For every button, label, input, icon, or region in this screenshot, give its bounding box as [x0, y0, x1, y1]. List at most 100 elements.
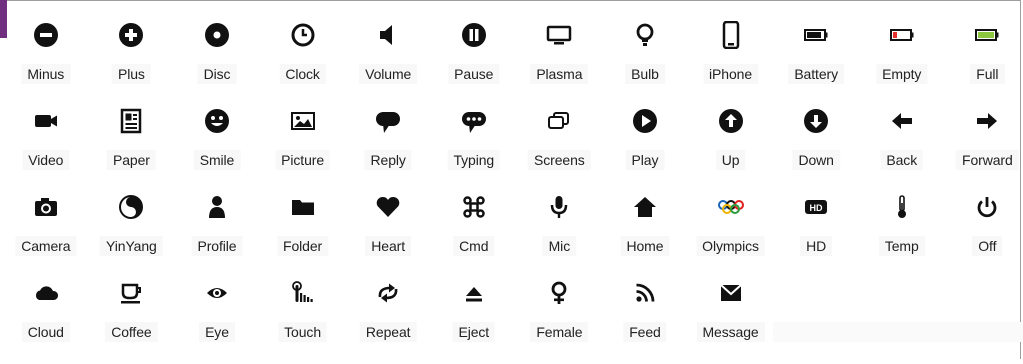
- empty-label-slot: [944, 322, 1023, 342]
- icon-cell-female[interactable]: Female: [517, 278, 603, 364]
- icon-cell-down[interactable]: Down: [773, 106, 859, 192]
- icon-label: Play: [625, 150, 665, 170]
- icon-label: Home: [620, 236, 670, 256]
- play-icon: [630, 106, 660, 136]
- coffee-icon: [116, 278, 146, 308]
- icon-cell-camera[interactable]: Camera: [3, 192, 89, 278]
- disc-icon: [202, 20, 232, 50]
- icon-cell-reply[interactable]: Reply: [345, 106, 431, 192]
- icon-cell-plus[interactable]: Plus: [89, 20, 175, 106]
- icon-cell-forward[interactable]: Forward: [945, 106, 1023, 192]
- back-icon: [887, 106, 917, 136]
- icon-cell-home[interactable]: Home: [602, 192, 688, 278]
- empty-label-slot: [858, 322, 945, 342]
- icon-label: HD: [800, 236, 833, 256]
- icon-cell-typing[interactable]: Typing: [431, 106, 517, 192]
- icon-label: Bulb: [625, 64, 665, 84]
- icon-cell-profile[interactable]: Profile: [174, 192, 260, 278]
- icon-cell-picture[interactable]: Picture: [260, 106, 346, 192]
- icon-label: Smile: [193, 150, 241, 170]
- icon-cell-pause[interactable]: Pause: [431, 20, 517, 106]
- cmd-icon: [459, 192, 489, 222]
- icon-label: Empty: [876, 64, 928, 84]
- empty-cell: [773, 278, 859, 364]
- icon-label: Eject: [452, 322, 496, 342]
- folder-icon: [288, 192, 318, 222]
- icon-cell-empty[interactable]: Empty: [859, 20, 945, 106]
- icon-cell-volume[interactable]: Volume: [345, 20, 431, 106]
- icon-cell-plasma[interactable]: Plasma: [517, 20, 603, 106]
- icon-label: Disc: [197, 64, 237, 84]
- icon-label: Cmd: [453, 236, 495, 256]
- icon-label: Back: [880, 150, 924, 170]
- icon-cell-clock[interactable]: Clock: [260, 20, 346, 106]
- heart-icon: [373, 192, 403, 222]
- icon-label: Olympics: [696, 236, 765, 256]
- icon-label: Full: [970, 64, 1005, 84]
- icon-cell-bulb[interactable]: Bulb: [602, 20, 688, 106]
- icon-cell-back[interactable]: Back: [859, 106, 945, 192]
- icon-cell-temp[interactable]: Temp: [859, 192, 945, 278]
- icon-cell-video[interactable]: Video: [3, 106, 89, 192]
- battery-full-icon: [972, 20, 1002, 50]
- plasma-icon: [544, 20, 574, 50]
- icon-label: Plus: [111, 64, 151, 84]
- icon-cell-olympics[interactable]: Olympics: [688, 192, 774, 278]
- icon-cell-iphone[interactable]: iPhone: [688, 20, 774, 106]
- icon-label: Touch: [278, 322, 328, 342]
- icon-label: Plasma: [530, 64, 589, 84]
- icon-cell-screens[interactable]: Screens: [517, 106, 603, 192]
- icon-cell-message[interactable]: Message: [688, 278, 774, 364]
- icon-cell-up[interactable]: Up: [688, 106, 774, 192]
- icon-cell-cloud[interactable]: Cloud: [3, 278, 89, 364]
- icon-label: Picture: [275, 150, 331, 170]
- icon-cell-eject[interactable]: Eject: [431, 278, 517, 364]
- icon-cell-coffee[interactable]: Coffee: [89, 278, 175, 364]
- icon-cell-hd[interactable]: HD HD: [773, 192, 859, 278]
- hd-icon: HD: [801, 192, 831, 222]
- icon-label: iPhone: [703, 64, 759, 84]
- home-icon: [630, 192, 660, 222]
- touch-icon: [288, 278, 318, 308]
- eject-icon: [459, 278, 489, 308]
- icon-label: Reply: [364, 150, 412, 170]
- icon-label: Folder: [277, 236, 329, 256]
- cloud-icon: [31, 278, 61, 308]
- icon-cell-feed[interactable]: Feed: [602, 278, 688, 364]
- icon-cell-off[interactable]: Off: [945, 192, 1023, 278]
- icon-cell-disc[interactable]: Disc: [174, 20, 260, 106]
- icon-label: Female: [530, 322, 589, 342]
- icon-cell-yinyang[interactable]: YinYang: [89, 192, 175, 278]
- icon-cell-heart[interactable]: Heart: [345, 192, 431, 278]
- profile-icon: [202, 192, 232, 222]
- icon-cell-paper[interactable]: Paper: [89, 106, 175, 192]
- plus-icon: [116, 20, 146, 50]
- reply-icon: [373, 106, 403, 136]
- icon-cell-full[interactable]: Full: [945, 20, 1023, 106]
- icon-cell-eye[interactable]: Eye: [174, 278, 260, 364]
- icon-cell-cmd[interactable]: Cmd: [431, 192, 517, 278]
- smile-icon: [202, 106, 232, 136]
- icon-cell-minus[interactable]: Minus: [3, 20, 89, 106]
- icon-label: Feed: [623, 322, 667, 342]
- icon-cell-repeat[interactable]: Repeat: [345, 278, 431, 364]
- icon-cell-touch[interactable]: Touch: [260, 278, 346, 364]
- icon-cell-play[interactable]: Play: [602, 106, 688, 192]
- empty-label-slot: [773, 322, 859, 342]
- icon-label: YinYang: [100, 236, 163, 256]
- typing-icon: [459, 106, 489, 136]
- icon-label: Eye: [199, 322, 235, 342]
- battery-icon: [801, 20, 831, 50]
- icon-cell-smile[interactable]: Smile: [174, 106, 260, 192]
- female-icon: [544, 278, 574, 308]
- icon-cell-folder[interactable]: Folder: [260, 192, 346, 278]
- paper-icon: [116, 106, 146, 136]
- icon-label: Forward: [956, 150, 1019, 170]
- icon-cell-battery[interactable]: Battery: [773, 20, 859, 106]
- off-icon: [972, 192, 1002, 222]
- battery-empty-icon: [887, 20, 917, 50]
- icon-label: Clock: [279, 64, 326, 84]
- icon-cell-mic[interactable]: Mic: [517, 192, 603, 278]
- icon-label: Screens: [528, 150, 591, 170]
- bulb-icon: [630, 20, 660, 50]
